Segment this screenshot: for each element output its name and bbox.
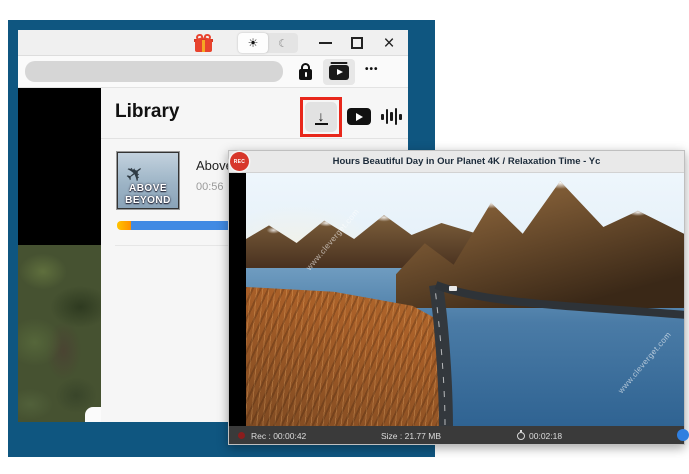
maximize-button[interactable] — [346, 33, 368, 53]
popup-corner — [85, 407, 101, 422]
minimize-button[interactable] — [314, 33, 336, 53]
letterbox-strip — [229, 173, 246, 426]
moon-icon: ☾ — [278, 37, 288, 50]
screenshot-stage: ☀ ☾ × ••• — [0, 0, 689, 474]
stopwatch-icon — [517, 432, 525, 440]
background-video-region — [18, 88, 101, 422]
recorder-action-button[interactable] — [677, 429, 689, 441]
close-button[interactable]: × — [378, 33, 400, 53]
thumb-title-line1: ABOVE — [118, 183, 178, 194]
app-titlebar: ☀ ☾ × — [18, 30, 408, 56]
progress-done — [117, 221, 131, 230]
foliage-video-frame — [18, 245, 101, 422]
divider — [101, 138, 408, 139]
landscape-scene: www.cleverget.com www.cleverget.com — [246, 173, 684, 426]
gift-icon[interactable] — [194, 34, 213, 52]
audio-waveform-button[interactable] — [381, 107, 402, 126]
address-input[interactable] — [25, 61, 283, 82]
recorded-video-area: www.cleverget.com www.cleverget.com — [229, 173, 684, 426]
theme-toggle[interactable]: ☀ ☾ — [238, 33, 298, 53]
rec-badge: REC — [230, 152, 249, 171]
sun-icon: ☀ — [248, 36, 259, 50]
app-toolbar: ••• — [18, 56, 408, 88]
youtube-tab-button[interactable] — [347, 108, 371, 125]
countdown-label: 00:02:18 — [529, 431, 562, 441]
recorder-window-title: Hours Beautiful Day in Our Planet 4K / R… — [313, 156, 601, 167]
video-play-icon — [329, 65, 349, 80]
light-mode-button[interactable]: ☀ — [238, 33, 268, 53]
download-item-duration: 00:56 — [196, 181, 224, 193]
lock-icon — [299, 63, 313, 81]
dark-mode-button[interactable]: ☾ — [268, 33, 298, 53]
close-icon: × — [383, 34, 394, 53]
recorder-statusbar: Rec : 00:00:42 Size : 21.77 MB 00:02:18 — [229, 426, 684, 444]
screen-recorder-window: REC Hours Beautiful Day in Our Planet 4K… — [228, 150, 685, 445]
library-heading: Library — [115, 101, 179, 123]
red-annotation-box — [300, 97, 342, 137]
more-options-button[interactable]: ••• — [365, 64, 379, 75]
minimize-icon — [319, 42, 332, 44]
recorder-titlebar: REC Hours Beautiful Day in Our Planet 4K… — [229, 151, 684, 173]
video-thumbnail[interactable]: ✈ ABOVE BEYOND — [117, 152, 179, 209]
thumb-title-line2: BEYOND — [118, 195, 178, 206]
recording-time-label: Rec : 00:00:42 — [251, 431, 306, 441]
maximize-icon — [351, 37, 363, 49]
file-size-label: Size : 21.77 MB — [381, 431, 441, 441]
video-library-button[interactable] — [323, 59, 355, 85]
recording-dot-icon — [238, 432, 245, 439]
timer-group: 00:02:18 — [517, 431, 562, 441]
